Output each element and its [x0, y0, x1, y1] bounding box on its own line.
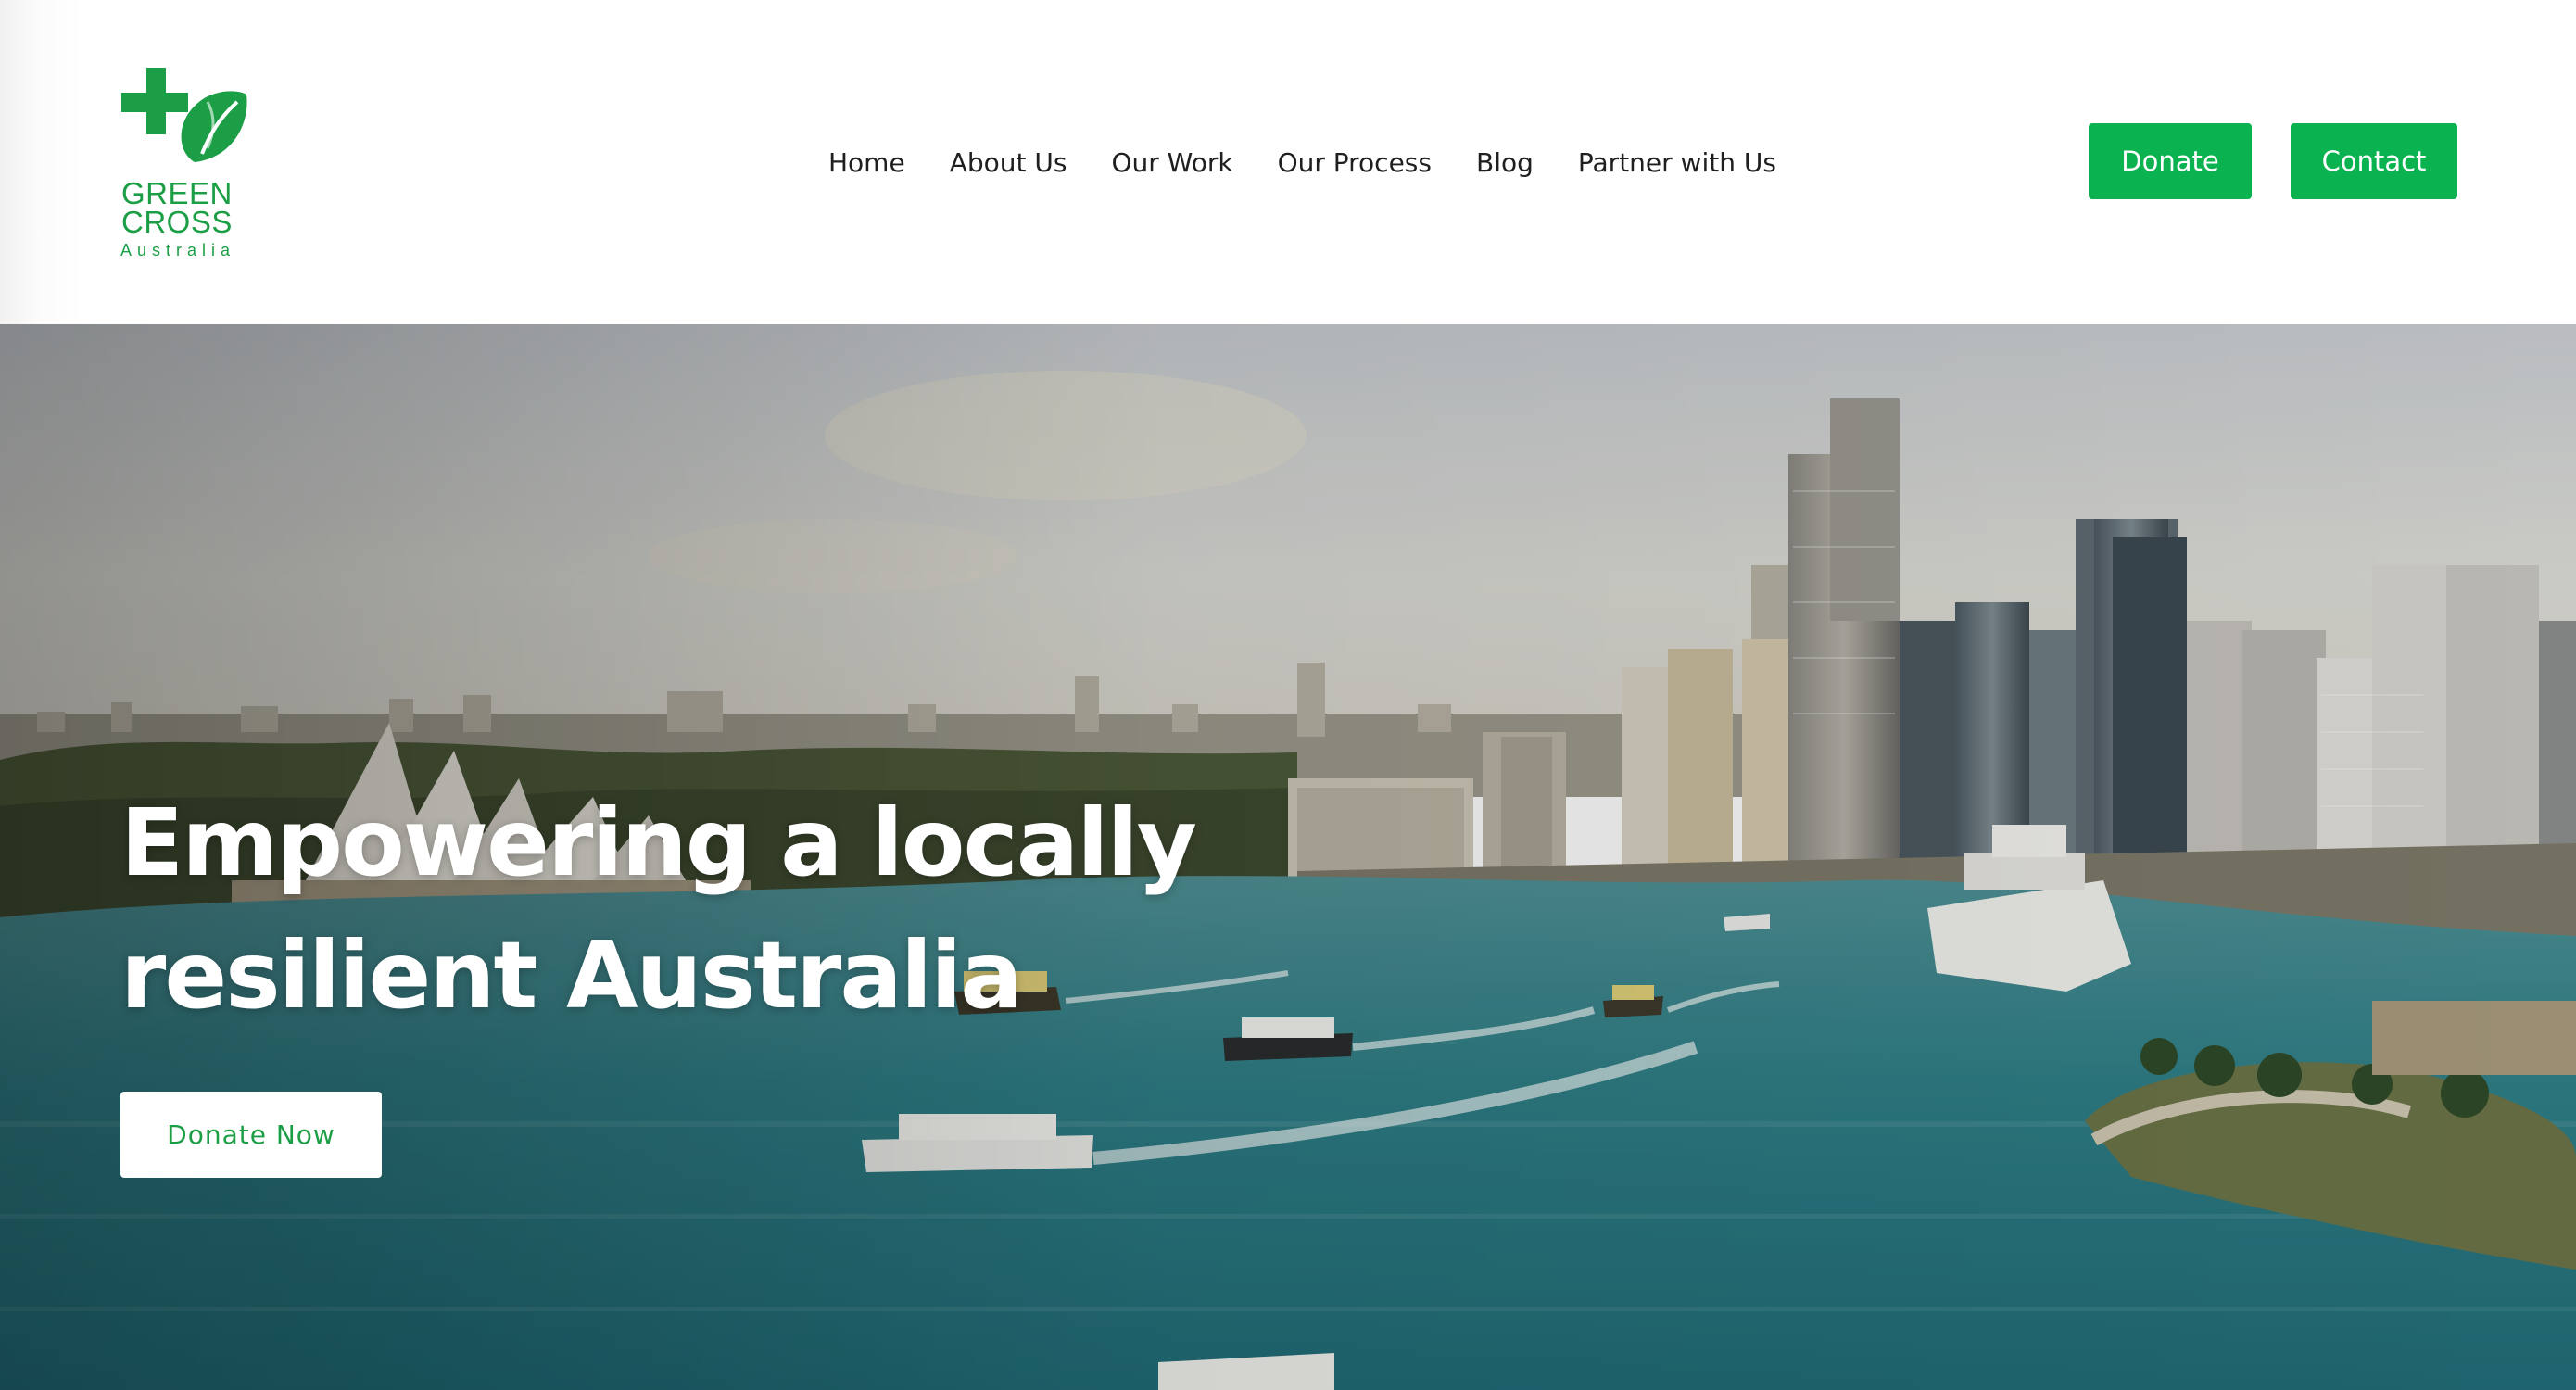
donate-now-button[interactable]: Donate Now: [120, 1092, 382, 1178]
contact-button[interactable]: Contact: [2291, 123, 2457, 199]
nav-home[interactable]: Home: [828, 137, 905, 189]
hero-title: Empowering a locally resilient Australia: [120, 777, 1418, 1042]
page: GREEN CROSS Australia Home About Us Our …: [0, 0, 2576, 1390]
nav-our-work[interactable]: Our Work: [1111, 137, 1232, 189]
nav-blog[interactable]: Blog: [1476, 137, 1534, 189]
main-nav: Home About Us Our Work Our Process Blog …: [828, 137, 1776, 189]
nav-about-us[interactable]: About Us: [950, 137, 1067, 189]
nav-partner-with-us[interactable]: Partner with Us: [1578, 137, 1776, 189]
hero-title-line-2: resilient Australia: [120, 921, 1023, 1030]
nav-our-process[interactable]: Our Process: [1278, 137, 1432, 189]
hero-title-line-1: Empowering a locally: [120, 789, 1197, 897]
green-cross-leaf-icon: [121, 68, 247, 162]
donate-button[interactable]: Donate: [2089, 123, 2252, 199]
site-logo[interactable]: GREEN CROSS Australia: [119, 65, 248, 264]
site-header: GREEN CROSS Australia Home About Us Our …: [0, 0, 2576, 324]
logo-text-cross: CROSS: [121, 205, 233, 239]
logo-text-australia: Australia: [120, 241, 236, 259]
hero-section: Empowering a locally resilient Australia…: [0, 324, 2576, 1390]
